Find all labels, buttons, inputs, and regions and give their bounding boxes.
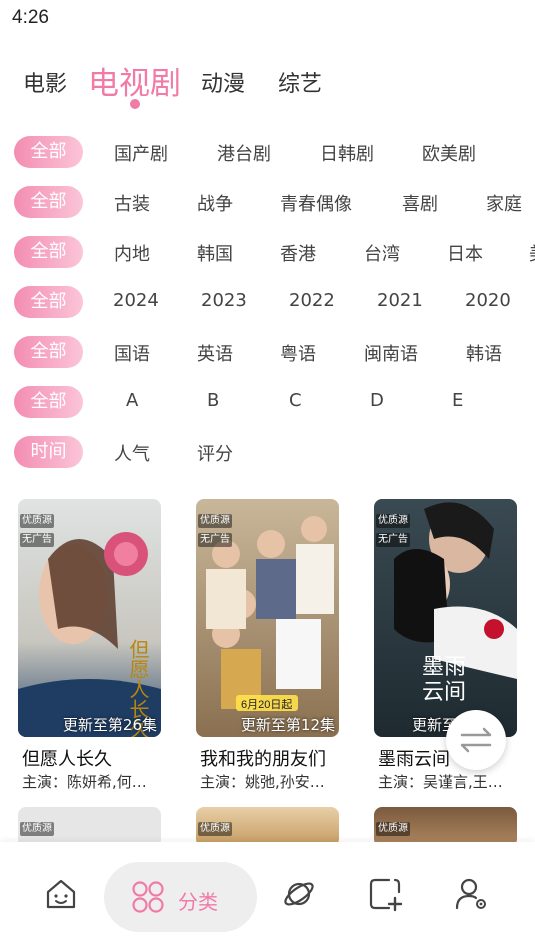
card-title[interactable]: 我和我的朋友们 xyxy=(200,745,326,771)
filter-option[interactable]: 青春偶像 xyxy=(280,190,352,216)
nav-add[interactable] xyxy=(367,876,403,912)
filter-row-type: 全部 国产剧 港台剧 日韩剧 欧美剧 xyxy=(0,134,535,170)
filter-row-region: 全部 内地 韩国 香港 台湾 日本 美 xyxy=(0,234,535,270)
tab-movies[interactable]: 电影 xyxy=(23,66,67,98)
bottom-nav: 分类 xyxy=(0,842,535,951)
poster-date: 6月20日起 xyxy=(241,698,292,711)
filter-row-sort: 时间 人气 评分 xyxy=(0,434,535,470)
status-bar: 4:26 xyxy=(0,0,535,38)
filter-selected-pill[interactable]: 全部 xyxy=(14,336,83,368)
add-box-icon xyxy=(369,878,403,912)
tab-anime[interactable]: 动漫 xyxy=(201,66,245,98)
filter-row-letter: 全部 A B C D E xyxy=(0,384,535,420)
filter-row-year: 全部 2024 2023 2022 2021 2020 xyxy=(0,284,535,320)
active-tab-indicator xyxy=(130,99,140,109)
filter-option[interactable]: 港台剧 xyxy=(217,140,271,166)
filter-selected-pill[interactable]: 全部 xyxy=(14,136,83,168)
quality-badge: 优质源 xyxy=(198,822,232,836)
nav-category-label: 分类 xyxy=(178,890,218,914)
filter-option[interactable]: 国语 xyxy=(114,340,150,366)
filter-selected-pill[interactable]: 全部 xyxy=(14,286,83,318)
filter-option[interactable]: 家庭 xyxy=(486,190,522,216)
status-time: 4:26 xyxy=(12,7,49,28)
card-cast: 主演：姚弛,孙安… xyxy=(200,773,325,791)
filter-option[interactable]: 2023 xyxy=(201,290,247,311)
quality-badge: 优质源 xyxy=(376,514,410,528)
filter-option[interactable]: 2024 xyxy=(113,290,159,311)
no-ads-badge: 无广告 xyxy=(20,533,54,547)
nav-home[interactable] xyxy=(43,876,79,912)
switch-layout-button[interactable] xyxy=(446,710,506,770)
filter-option[interactable]: 欧美剧 xyxy=(422,140,476,166)
poster-image[interactable]: 优质源 xyxy=(374,807,517,847)
poster-image[interactable]: 墨雨 云间 优质源 无广告 更新至第 xyxy=(374,499,517,737)
filter-option[interactable]: 2020 xyxy=(465,290,511,311)
no-ads-badge: 无广告 xyxy=(376,533,410,547)
filter-option[interactable]: 韩语 xyxy=(466,340,502,366)
no-ads-badge: 无广告 xyxy=(198,533,232,547)
filter-option[interactable]: 2021 xyxy=(377,290,423,311)
filter-option[interactable]: 台湾 xyxy=(364,240,400,266)
filter-option[interactable]: A xyxy=(126,390,138,411)
filter-selected-pill[interactable]: 全部 xyxy=(14,386,83,418)
poster-image[interactable]: 6月20日起 优质源 无广告 更新至第12集 xyxy=(196,499,339,737)
filter-option[interactable]: E xyxy=(452,390,463,411)
nav-profile[interactable] xyxy=(454,876,490,912)
quality-badge: 优质源 xyxy=(20,822,54,836)
card-cast: 主演：陈妍希,何… xyxy=(22,773,147,791)
poster-image[interactable]: 优质源 xyxy=(18,807,161,847)
filter-option[interactable]: 闽南语 xyxy=(364,340,418,366)
filter-option[interactable]: 韩国 xyxy=(197,240,233,266)
filter-option[interactable]: 国产剧 xyxy=(114,140,168,166)
filter-row-genre: 全部 古装 战争 青春偶像 喜剧 家庭 xyxy=(0,184,535,220)
home-icon xyxy=(46,879,76,909)
tab-tv-series[interactable]: 电视剧 xyxy=(88,58,181,103)
filter-option[interactable]: 美 xyxy=(529,240,535,266)
filter-option[interactable]: C xyxy=(289,390,302,411)
poster-image[interactable]: 但愿人长久 优质源 无广告 更新至第26集 xyxy=(18,499,161,737)
card-title[interactable]: 但愿人长久 xyxy=(22,745,112,771)
tab-variety[interactable]: 综艺 xyxy=(278,66,322,98)
nav-discover[interactable] xyxy=(281,876,317,912)
quality-badge: 优质源 xyxy=(20,514,54,528)
poster-title-bottom: 云间 xyxy=(422,680,466,705)
filter-selected-pill[interactable]: 全部 xyxy=(14,236,83,268)
card-title[interactable]: 墨雨云间 xyxy=(378,745,450,771)
user-settings-icon xyxy=(455,878,486,910)
filter-option[interactable]: 日韩剧 xyxy=(320,140,374,166)
filter-option[interactable]: 日本 xyxy=(447,240,483,266)
planet-icon xyxy=(284,882,314,906)
sort-option[interactable]: 人气 xyxy=(114,440,150,466)
nav-category[interactable]: 分类 xyxy=(104,862,257,932)
filter-option[interactable]: 粤语 xyxy=(280,340,316,366)
episode-update: 更新至第12集 xyxy=(240,716,335,734)
swap-arrows-icon xyxy=(460,727,492,753)
filter-option[interactable]: 2022 xyxy=(289,290,335,311)
filter-option[interactable]: 香港 xyxy=(280,240,316,266)
filter-option[interactable]: B xyxy=(207,390,219,411)
top-tabs: 电影 电视剧 动漫 综艺 xyxy=(0,56,535,112)
filter-option[interactable]: 内地 xyxy=(114,240,150,266)
category-icon xyxy=(132,881,164,913)
sort-selected-pill[interactable]: 时间 xyxy=(14,436,83,468)
filter-row-language: 全部 国语 英语 粤语 闽南语 韩语 xyxy=(0,334,535,370)
filter-option[interactable]: 英语 xyxy=(197,340,233,366)
sort-option[interactable]: 评分 xyxy=(197,440,233,466)
quality-badge: 优质源 xyxy=(198,514,232,528)
filter-option[interactable]: D xyxy=(370,390,384,411)
card-cast: 主演：吴谨言,王… xyxy=(378,773,503,791)
poster-image[interactable]: 优质源 xyxy=(196,807,339,847)
filter-option[interactable]: 喜剧 xyxy=(402,190,438,216)
filter-option[interactable]: 古装 xyxy=(114,190,150,216)
filter-selected-pill[interactable]: 全部 xyxy=(14,186,83,218)
quality-badge: 优质源 xyxy=(376,822,410,836)
episode-update: 更新至第26集 xyxy=(62,716,157,734)
poster-title-top: 墨雨 xyxy=(422,655,466,680)
filter-option[interactable]: 战争 xyxy=(197,190,233,216)
